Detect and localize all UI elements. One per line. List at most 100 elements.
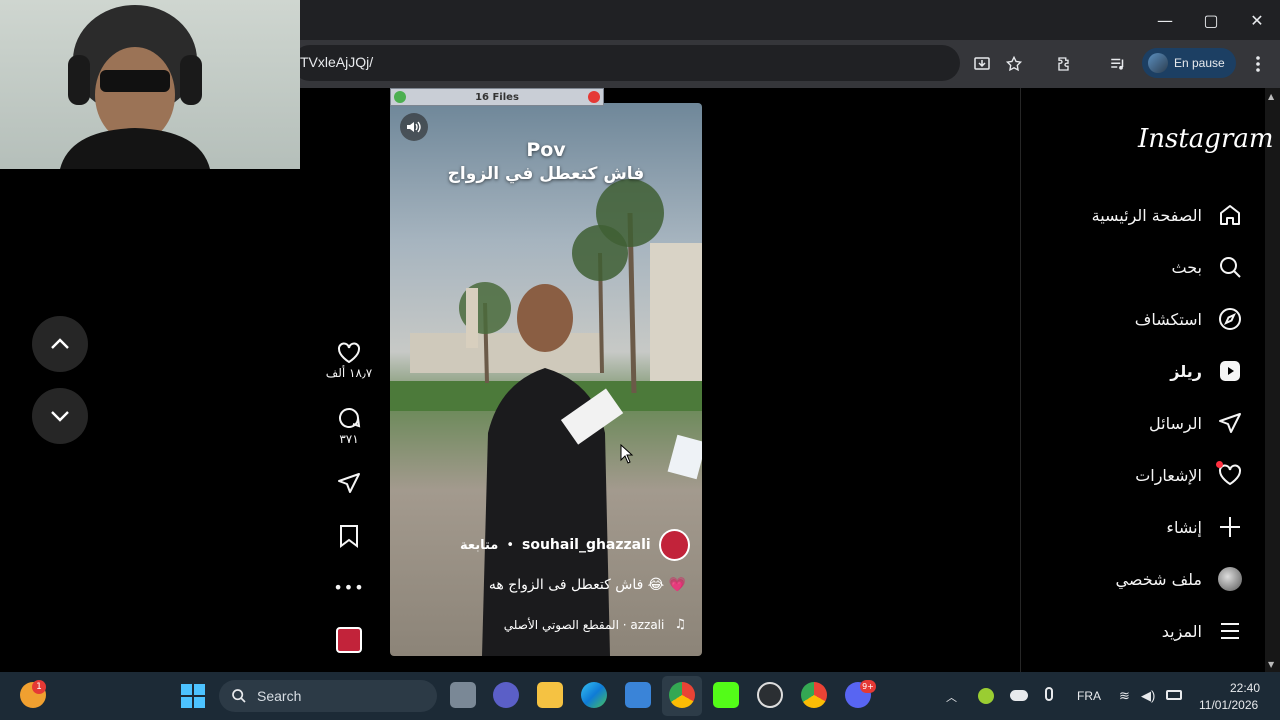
comment-icon[interactable] bbox=[337, 406, 361, 430]
like-count: ١٨٫٧ ألف bbox=[325, 366, 373, 380]
separator-dot: • bbox=[506, 537, 515, 553]
sidebar-item-more[interactable]: المزيد bbox=[1030, 611, 1244, 651]
sidebar-item-create[interactable]: إنشاء bbox=[1030, 507, 1244, 547]
audio-thumbnail[interactable] bbox=[336, 627, 362, 653]
sidebar-item-home[interactable]: الصفحة الرئيسية bbox=[1030, 195, 1244, 235]
maximize-button[interactable]: ▢ bbox=[1188, 0, 1234, 40]
chrome-icon[interactable] bbox=[669, 682, 695, 708]
files-widget-status-icon bbox=[394, 91, 406, 103]
sidebar-item-label: بحث bbox=[1171, 257, 1203, 277]
sidebar-item-explore[interactable]: استكشاف bbox=[1030, 299, 1244, 339]
share-icon[interactable] bbox=[337, 471, 361, 495]
share-action[interactable] bbox=[322, 471, 376, 495]
sidebar-item-profile[interactable]: ملف شخصي bbox=[1030, 559, 1244, 599]
sidebar-item-label: استكشاف bbox=[1134, 309, 1202, 329]
sidebar-item-label: الإشعارات bbox=[1135, 465, 1202, 485]
media-control-icon[interactable] bbox=[1104, 50, 1132, 78]
search-icon bbox=[232, 689, 246, 703]
overlay-title: Pov bbox=[526, 139, 566, 161]
discord-badge: 9+ bbox=[860, 680, 876, 693]
edge-icon[interactable] bbox=[581, 682, 607, 708]
reel-audio-row[interactable]: المقطع الصوتي الأصلي · azzali ♫ bbox=[410, 617, 686, 632]
music-note-icon: ♫ bbox=[674, 617, 686, 632]
file-explorer-icon[interactable] bbox=[537, 682, 563, 708]
minimize-button[interactable]: — bbox=[1142, 0, 1188, 40]
weather-badge: 1 bbox=[32, 680, 46, 694]
files-widget-label: 16 Files bbox=[475, 91, 519, 103]
clock-time[interactable]: 22:40 bbox=[1230, 681, 1260, 695]
taskbar-search-placeholder: Search bbox=[257, 688, 302, 704]
webcam-overlay bbox=[0, 0, 300, 169]
profile-avatar-icon bbox=[1216, 565, 1244, 593]
reel-caption: فاش كتعطل فى الزواج هه 😂 💗 bbox=[488, 577, 686, 593]
bookmark-icon[interactable] bbox=[339, 524, 359, 548]
save-action[interactable] bbox=[322, 524, 376, 548]
notification-dot bbox=[1216, 461, 1223, 468]
tray-app-icon[interactable] bbox=[978, 688, 994, 704]
kick-icon[interactable] bbox=[713, 682, 739, 708]
more-dots-icon[interactable]: ••• bbox=[333, 578, 364, 597]
sidebar-item-search[interactable]: بحث bbox=[1030, 247, 1244, 287]
microphone-icon[interactable] bbox=[1045, 687, 1053, 701]
comment-action[interactable]: ٣٧١ bbox=[322, 406, 376, 446]
bookmark-star-icon[interactable] bbox=[1000, 50, 1028, 78]
clock-date[interactable]: 11/01/2026 bbox=[1199, 698, 1258, 712]
files-widget[interactable]: 16 Files bbox=[390, 88, 604, 106]
follow-button[interactable]: متابعة bbox=[460, 538, 498, 553]
audio-label: المقطع الصوتي الأصلي · azzali bbox=[503, 617, 665, 632]
battery-icon[interactable] bbox=[1166, 690, 1182, 700]
more-options-action[interactable]: ••• bbox=[322, 578, 376, 597]
address-bar[interactable] bbox=[292, 45, 960, 81]
install-app-icon[interactable] bbox=[968, 50, 996, 78]
close-window-button[interactable]: ✕ bbox=[1234, 0, 1280, 40]
language-indicator[interactable]: FRA bbox=[1077, 689, 1101, 703]
instagram-logo[interactable]: Instagram bbox=[1138, 124, 1274, 154]
mouse-cursor bbox=[620, 443, 634, 468]
chrome-profile-icon[interactable] bbox=[801, 682, 827, 708]
url-text[interactable]: TVxleAjJQj/ bbox=[300, 54, 373, 70]
files-widget-close-icon[interactable] bbox=[588, 91, 600, 103]
next-reel-button[interactable] bbox=[32, 388, 88, 444]
sidebar-item-label: ملف شخصي bbox=[1115, 569, 1202, 589]
heart-icon bbox=[1216, 461, 1244, 489]
volume-icon[interactable]: ◀) bbox=[1141, 688, 1155, 704]
sidebar-item-label: المزيد bbox=[1161, 621, 1202, 641]
taskbar-search[interactable]: Search bbox=[219, 680, 437, 712]
sidebar-item-label: ريلز bbox=[1170, 361, 1202, 381]
teams-icon[interactable] bbox=[493, 682, 519, 708]
wifi-icon[interactable]: ≋ bbox=[1119, 688, 1130, 704]
sidebar-item-label: إنشاء bbox=[1166, 517, 1202, 537]
browser-menu-icon[interactable] bbox=[1244, 50, 1272, 78]
tray-overflow-icon[interactable]: ︿ bbox=[946, 689, 957, 705]
messages-icon bbox=[1216, 409, 1244, 437]
volume-icon[interactable] bbox=[400, 113, 428, 141]
task-view-icon[interactable] bbox=[450, 682, 476, 708]
author-avatar[interactable] bbox=[658, 529, 690, 561]
onedrive-icon[interactable] bbox=[1010, 690, 1028, 701]
comment-count: ٣٧١ bbox=[339, 432, 359, 446]
sidebar-item-label: الصفحة الرئيسية bbox=[1091, 205, 1202, 225]
scroll-down-arrow-icon[interactable]: ▼ bbox=[1268, 660, 1274, 669]
menu-icon bbox=[1216, 617, 1244, 645]
like-action[interactable]: ١٨٫٧ ألف bbox=[322, 342, 376, 380]
reel-author-row: متابعة • souhail_ghazzali bbox=[460, 529, 690, 561]
sidebar-item-messages[interactable]: الرسائل bbox=[1030, 403, 1244, 443]
profile-avatar bbox=[1148, 53, 1168, 73]
profile-button[interactable]: En pause bbox=[1142, 48, 1236, 78]
obs-icon[interactable] bbox=[757, 682, 783, 708]
sidebar-item-reels[interactable]: ريلز bbox=[1030, 351, 1244, 391]
reels-icon bbox=[1216, 357, 1244, 385]
previous-reel-button[interactable] bbox=[32, 316, 88, 372]
home-icon bbox=[1216, 201, 1244, 229]
microsoft-store-icon[interactable] bbox=[625, 682, 651, 708]
heart-icon[interactable] bbox=[337, 342, 361, 364]
overlay-subtitle: فاش كتعطل في الزواج bbox=[447, 164, 645, 184]
reel-video[interactable]: Pov فاش كتعطل في الزواج متابعة • souhail… bbox=[390, 103, 702, 656]
scroll-up-arrow-icon[interactable]: ▲ bbox=[1268, 92, 1274, 101]
page-scrollbar[interactable] bbox=[1265, 88, 1280, 672]
compass-icon bbox=[1216, 305, 1244, 333]
sidebar-item-notifications[interactable]: الإشعارات bbox=[1030, 455, 1244, 495]
start-button[interactable] bbox=[181, 684, 205, 708]
author-username[interactable]: souhail_ghazzali bbox=[522, 537, 651, 553]
extensions-icon[interactable] bbox=[1051, 50, 1079, 78]
